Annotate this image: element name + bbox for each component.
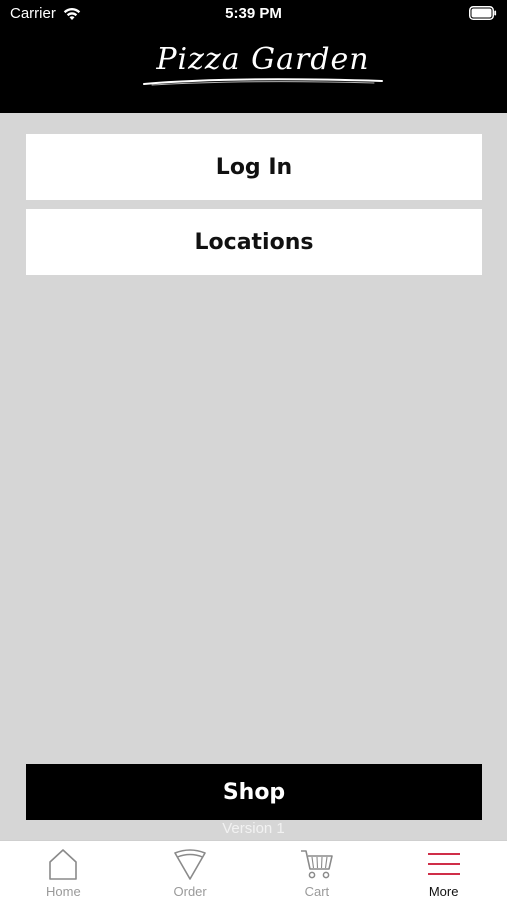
- login-button[interactable]: Log In: [26, 134, 482, 200]
- logo-text: Pizza Garden: [156, 42, 370, 77]
- battery-icon: [469, 6, 497, 20]
- tab-more-label: More: [428, 884, 459, 899]
- pizza-slice-icon: [174, 849, 206, 880]
- locations-button[interactable]: Locations: [26, 209, 482, 275]
- tab-cart[interactable]: Cart: [254, 841, 381, 900]
- screen: Carrier 5:39 PM Pizza Garden Log In Loca…: [0, 0, 507, 900]
- pizza-garden-logo: Pizza Garden: [138, 38, 388, 90]
- version-label: Version 1: [222, 820, 285, 837]
- menu-lines-icon: [427, 853, 460, 875]
- cart-icon: [300, 850, 333, 879]
- tab-bar: Home Order Cart More: [0, 840, 507, 900]
- tab-home[interactable]: Home: [0, 841, 127, 900]
- tab-order-label: Order: [173, 884, 207, 899]
- status-time: 5:39 PM: [225, 5, 282, 22]
- tab-home-label: Home: [46, 884, 81, 899]
- tab-order[interactable]: Order: [127, 841, 254, 900]
- tab-more[interactable]: More: [380, 841, 507, 900]
- shop-button[interactable]: Shop: [26, 764, 482, 820]
- logo-swoosh-icon: [143, 78, 383, 86]
- header: Carrier 5:39 PM Pizza Garden: [0, 0, 507, 113]
- tab-cart-label: Cart: [304, 884, 330, 899]
- home-icon: [49, 849, 78, 880]
